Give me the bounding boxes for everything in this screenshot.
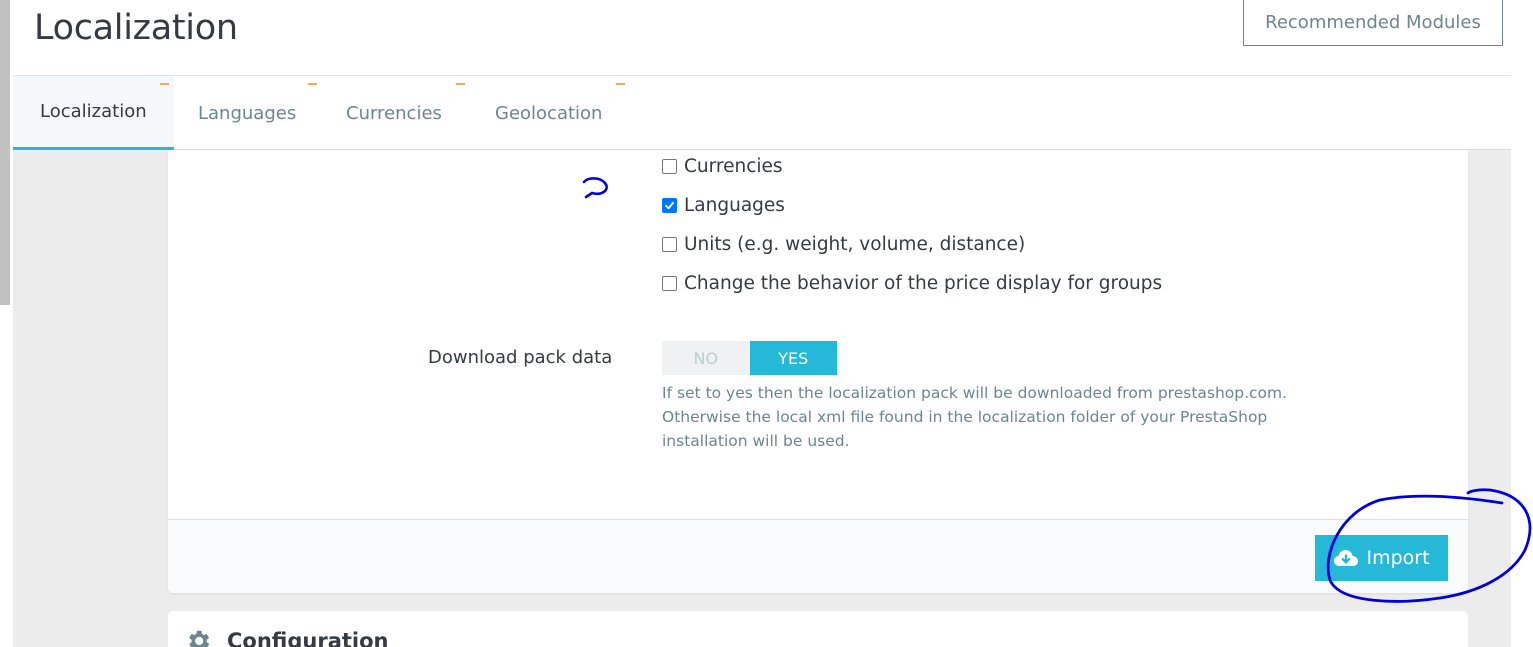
option-price-display[interactable]: Change the behavior of the price display… [662, 273, 1162, 294]
download-pack-help: If set to yes then the localization pack… [662, 384, 1288, 450]
option-label: Currencies [684, 156, 783, 177]
option-currencies[interactable]: Currencies [662, 156, 783, 177]
tab-notification-dot [616, 83, 625, 85]
tab-localization[interactable]: Localization [13, 76, 174, 150]
page-header: Localization Recommended Modules [13, 0, 1533, 76]
languages-checkbox[interactable] [662, 198, 677, 213]
page-title: Localization [34, 8, 238, 48]
panel-footer: Import [168, 519, 1468, 593]
option-label: Languages [684, 195, 785, 216]
switch-no-option[interactable]: NO [662, 341, 750, 375]
option-label: Change the behavior of the price display… [684, 273, 1163, 294]
tab-geolocation[interactable]: Geolocation [468, 76, 629, 150]
tab-languages[interactable]: Languages [171, 76, 323, 150]
price-display-checkbox[interactable] [662, 276, 677, 291]
tab-bar: Localization Languages Currencies Geoloc… [13, 75, 1511, 150]
import-button-label: Import [1366, 547, 1430, 569]
download-pack-label: Download pack data [428, 347, 613, 368]
recommended-modules-button[interactable]: Recommended Modules [1243, 0, 1503, 46]
configuration-panel: Configuration [168, 611, 1468, 647]
option-units[interactable]: Units (e.g. weight, volume, distance) [662, 234, 1025, 255]
tab-notification-dot [456, 83, 465, 85]
cloud-download-icon [1334, 550, 1359, 566]
import-pack-panel: Currencies Languages Units (e.g. weight,… [168, 150, 1468, 593]
check-icon [664, 201, 675, 210]
left-scrollbar-thumb[interactable] [0, 0, 10, 305]
tab-notification-dot [308, 83, 317, 85]
configuration-title: Configuration [227, 629, 389, 647]
switch-yes-option[interactable]: YES [749, 341, 837, 375]
currencies-checkbox[interactable] [662, 159, 677, 174]
right-scrollbar[interactable] [1511, 76, 1533, 647]
option-label: Units (e.g. weight, volume, distance) [684, 234, 1026, 255]
download-pack-switch[interactable]: NO YES [662, 341, 837, 375]
units-checkbox[interactable] [662, 237, 677, 252]
tab-notification-dot [160, 83, 169, 85]
option-languages[interactable]: Languages [662, 195, 785, 216]
import-button[interactable]: Import [1315, 535, 1448, 581]
tab-currencies[interactable]: Currencies [319, 76, 469, 150]
left-scrollbar[interactable] [0, 0, 13, 647]
gear-icon [189, 630, 210, 647]
